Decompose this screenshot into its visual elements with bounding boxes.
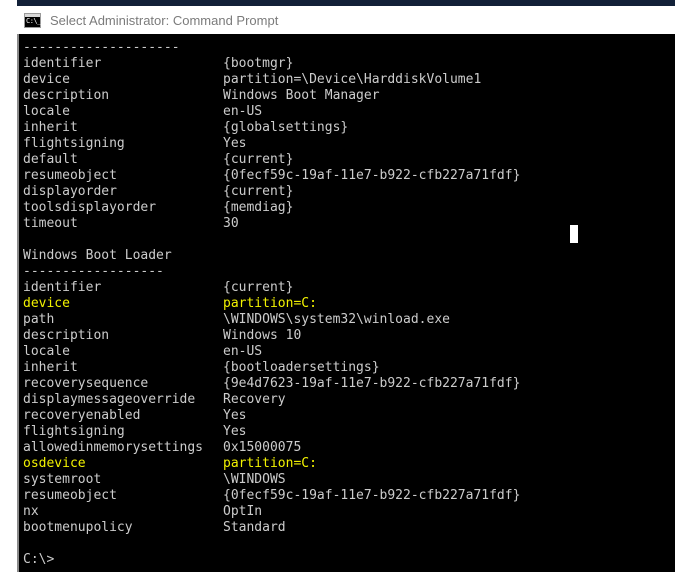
entry-key: description [23,88,110,103]
entry-key: systemroot [23,472,102,487]
terminal-section-heading: Windows Boot Loader [23,248,172,263]
terminal-entry-displaymessageoverride: displaymessageoverride Recovery [19,392,675,408]
console-output-area[interactable]: -------------------- identifier {bootmgr} d… [17,34,675,572]
window-title: Select Administrator: Command Prompt [50,12,279,28]
terminal-entry-inherit: inherit {bootloadersettings} [19,360,675,376]
entry-key: device [23,72,70,87]
entry-value: {0fecf59c-19af-11e7-b922-cfb227a71fdf} [223,168,521,183]
terminal-entry-nx: nx OptIn [19,504,675,520]
entry-key: recoverysequence [23,376,149,391]
entry-value: {current} [223,184,294,199]
entry-key: description [23,328,110,343]
entry-value: 0x15000075 [223,440,302,455]
entry-key: locale [23,104,70,119]
terminal-entry-identifier: identifier {bootmgr} [19,56,675,72]
entry-key: nx [23,504,39,519]
terminal-entry-inherit: inherit {globalsettings} [19,120,675,136]
entry-value: {0fecf59c-19af-11e7-b922-cfb227a71fdf} [223,488,521,503]
entry-key: path [23,312,55,327]
entry-key: osdevice [23,456,86,471]
entry-value: en-US [223,104,263,119]
terminal-entry-device: device partition=C: [19,296,675,312]
command-prompt-window[interactable]: C:\_ Select Administrator: Command Promp… [17,6,675,572]
terminal-entry-locale: locale en-US [19,344,675,360]
entry-value: Recovery [223,392,286,407]
entry-key: flightsigning [23,424,125,439]
entry-key: recoveryenabled [23,408,141,423]
screen: C:\_ Select Administrator: Command Promp… [0,0,675,572]
terminal-entry-resumeobject: resumeobject {0fecf59c-19af-11e7-b922-cfb… [19,168,675,184]
entry-value: Windows Boot Manager [223,88,380,103]
entry-value: OptIn [223,504,263,519]
terminal-entry-recoverysequence: recoverysequence {9e4d7623-19af-11e7-b922… [19,376,675,392]
entry-key: bootmenupolicy [23,520,133,535]
entry-key: displaymessageoverride [23,392,196,407]
entry-key: locale [23,344,70,359]
entry-value: Windows 10 [223,328,302,343]
command-prompt-icon[interactable]: C:\_ [24,12,41,28]
entry-value: Standard [223,520,286,535]
entry-key: inherit [23,120,78,135]
terminal-entry-systemroot: systemroot \WINDOWS [19,472,675,488]
terminal-entry-device: device partition=\Device\HarddiskVolume1 [19,72,675,88]
text-cursor [570,225,578,243]
entry-value: Yes [223,408,247,423]
entry-value: \WINDOWS [223,472,286,487]
entry-key: device [23,296,70,311]
terminal-entry-bootmenupolicy: bootmenupolicy Standard [19,520,675,536]
terminal-entry-recoveryenabled: recoveryenabled Yes [19,408,675,424]
terminal-text: -------------------- identifier {bootmgr} d… [19,34,675,568]
terminal-entry-osdevice: osdevice partition=C: [19,456,675,472]
window-titlebar[interactable]: C:\_ Select Administrator: Command Promp… [17,6,675,34]
terminal-entry-description: description Windows Boot Manager [19,88,675,104]
entry-value: {current} [223,280,294,295]
entry-value: 30 [223,216,239,231]
entry-value: Yes [223,424,247,439]
entry-key: default [23,152,78,167]
terminal-entry-resumeobject: resumeobject {0fecf59c-19af-11e7-b922-cfb… [19,488,675,504]
entry-key: resumeobject [23,488,117,503]
terminal-entry-description: description Windows 10 [19,328,675,344]
entry-key: flightsigning [23,136,125,151]
terminal-entry-default: default {current} [19,152,675,168]
entry-value: Yes [223,136,247,151]
terminal-entry-flightsigning: flightsigning Yes [19,424,675,440]
entry-key: resumeobject [23,168,117,183]
command-prompt-icon-glyph: C:\_ [26,16,41,25]
entry-value: {memdiag} [223,200,294,215]
entry-key: allowedinmemorysettings [23,440,204,455]
terminal-entry-path: path \WINDOWS\system32\winload.exe [19,312,675,328]
entry-value: {current} [223,152,294,167]
entry-value: {9e4d7623-19af-11e7-b922-cfb227a71fdf} [223,376,521,391]
entry-value: partition=C: [223,456,317,471]
terminal-entry-locale: locale en-US [19,104,675,120]
entry-value: en-US [223,344,263,359]
terminal-entry-displayorder: displayorder {current} [19,184,675,200]
entry-key: timeout [23,216,78,231]
entry-key: displayorder [23,184,117,199]
entry-value: {globalsettings} [223,120,349,135]
entry-value: {bootloadersettings} [223,360,380,375]
terminal-entry-toolsdisplayorder: toolsdisplayorder {memdiag} [19,200,675,216]
entry-value: partition=\Device\HarddiskVolume1 [223,72,482,87]
terminal-entry-allowedinmemorysettings: allowedinmemorysettings 0x15000075 [19,440,675,456]
entry-key: inherit [23,360,78,375]
terminal-entry-identifier: identifier {current} [19,280,675,296]
terminal-rule: ------------------ [23,264,164,279]
entry-value: \WINDOWS\system32\winload.exe [223,312,450,327]
entry-key: toolsdisplayorder [23,200,157,215]
terminal-prompt[interactable]: C:\> [19,552,675,568]
terminal-entry-flightsigning: flightsigning Yes [19,136,675,152]
desktop-left-gutter [0,0,17,572]
entry-value: partition=C: [223,296,317,311]
entry-key: identifier [23,56,102,71]
terminal-rule: -------------------- [23,40,180,55]
entry-value: {bootmgr} [223,56,294,71]
entry-key: identifier [23,280,102,295]
